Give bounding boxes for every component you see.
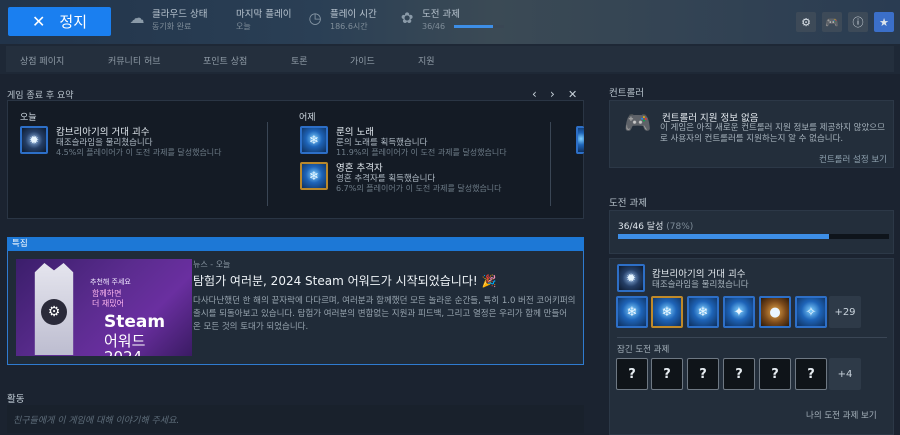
tab-points-shop[interactable]: 포인트 상점 [203, 54, 247, 67]
controller-settings-link[interactable]: 컨트롤러 설정 보기 [819, 153, 887, 165]
latest-achievement-desc: 태조슬라임을 물리쳤습니다 [652, 280, 749, 290]
summary-divider [550, 122, 551, 206]
banner-small-text: 추천해 주세요 [90, 278, 131, 286]
playtime-value: 186.6시간 [330, 22, 368, 31]
prev-arrow-icon[interactable]: ‹ [532, 87, 537, 101]
latest-achievement-icon[interactable]: ✹ [617, 264, 645, 292]
banner-steam-text: Steam [104, 312, 166, 332]
info-icon[interactable]: ⓘ [848, 12, 868, 32]
achievements-mini-progress [453, 25, 504, 28]
cloud-check-icon: ☁ [129, 9, 145, 27]
achievement-icon-partial [576, 126, 584, 154]
trophy-icon: ✿ [400, 9, 414, 27]
next-arrow-icon[interactable]: › [550, 87, 555, 101]
achievements-progress-panel: 36/46 달성 (78%) [609, 210, 894, 254]
last-played-value: 오늘 [236, 22, 251, 31]
topbar-actions: ⚙ 🎮 ⓘ ★ [796, 12, 894, 32]
achievement-pct: 4.5%의 플레이어가 이 도전 과제를 달성했습니다 [56, 148, 222, 157]
featured-label: 특집 [7, 237, 584, 251]
tab-discussions[interactable]: 토론 [291, 54, 308, 67]
locked-achievement-tile[interactable]: ? [687, 358, 719, 390]
post-game-summary [7, 100, 584, 219]
activity-title: 활동 [7, 394, 25, 405]
stop-button-label: 정지 [59, 13, 87, 31]
gamepad-icon: 🎮 [624, 111, 652, 136]
yesterday-label: 어제 [299, 113, 316, 123]
controller-heading: 컨트롤러 지원 정보 없음 [662, 113, 759, 124]
playtime-label: 플레이 시간 [330, 9, 377, 20]
locked-achievement-tile[interactable]: ? [759, 358, 791, 390]
achievements-progress-text: 36/46 달성 (78%) [618, 222, 694, 232]
achievements-separator [617, 337, 887, 338]
news-title[interactable]: 탐험가 여러분, 2024 Steam 어워드가 시작되었습니다! 🎉 [193, 272, 496, 289]
more-unlocked-button[interactable]: +29 [829, 296, 861, 328]
achievement-icon-rune-song[interactable]: ❄ [300, 126, 328, 154]
game-topbar: ✕ 정지 ☁ 클라우드 상태 동기화 완료 마지막 플레이 오늘 ◷ 플레이 시… [0, 0, 900, 44]
game-nav: 상점 페이지 커뮤니티 허브 포인트 상점 토론 가이드 지원 [0, 44, 900, 74]
banner-pink-text: 함께하면 더 재밌어 [92, 289, 124, 308]
gamepad-icon[interactable]: 🎮 [822, 12, 842, 32]
tab-guides[interactable]: 가이드 [350, 54, 375, 67]
unlocked-achievement-tile[interactable]: ❄ [651, 296, 683, 328]
stop-button[interactable]: ✕ 정지 [8, 7, 111, 36]
star-icon[interactable]: ★ [874, 12, 894, 32]
achievements-value: 36/46 [422, 22, 446, 31]
more-locked-button[interactable]: +4 [829, 358, 861, 390]
news-body: 다사다난했던 한 해의 끝자락에 다다르며, 여러분과 함께했던 모든 놀라운 … [193, 296, 576, 332]
view-my-achievements-link[interactable]: 나의 도전 과제 보기 [806, 409, 877, 421]
today-label: 오늘 [20, 113, 37, 123]
achievements-label: 도전 과제 [422, 9, 460, 20]
news-kicker: 뉴스 - 오늘 [193, 260, 231, 269]
unlocked-achievement-tile[interactable]: ❄ [687, 296, 719, 328]
locked-achievements-title: 잠긴 도전 과제 [617, 345, 670, 355]
locked-achievement-tile[interactable]: ? [616, 358, 648, 390]
tab-support[interactable]: 지원 [418, 54, 435, 67]
cloud-status-value: 동기화 완료 [152, 22, 192, 31]
activity-input[interactable]: 친구들에게 이 게임에 대해 이야기해 주세요. [7, 405, 584, 433]
unlocked-achievement-tile[interactable]: ✧ [795, 296, 827, 328]
playtime: ◷ 플레이 시간 186.6시간 [306, 9, 377, 32]
gear-icon[interactable]: ⚙ [796, 12, 816, 32]
cloud-status-label: 클라우드 상태 [152, 9, 208, 20]
last-played-label: 마지막 플레이 [236, 9, 292, 20]
locked-achievement-tile[interactable]: ? [651, 358, 683, 390]
cloud-status[interactable]: ☁ 클라우드 상태 동기화 완료 [128, 9, 208, 32]
last-played: 마지막 플레이 오늘 [236, 9, 291, 32]
summary-divider [267, 122, 268, 206]
achievements-stat[interactable]: ✿ 도전 과제 36/46 [398, 9, 504, 32]
tab-community-hub[interactable]: 커뮤니티 허브 [108, 54, 161, 67]
steam-logo-icon: ⚙ [41, 299, 67, 325]
banner-award-text: 어워드2024 [104, 332, 146, 356]
achievement-pct: 6.7%의 플레이어가 이 도전 과제를 달성했습니다 [336, 184, 502, 193]
achievement-icon-soul-chaser[interactable]: ❄ [300, 162, 328, 190]
steam-awards-banner: ⚙ 추천해 주세요 함께하면 더 재밌어 Steam 어워드2024 [16, 259, 192, 356]
unlocked-achievement-tile[interactable]: ● [759, 296, 791, 328]
controller-panel: 🎮 컨트롤러 지원 정보 없음 이 게임은 아직 새로운 컨트롤러 지원 정보를… [609, 100, 894, 168]
close-icon: ✕ [31, 12, 46, 31]
controller-desc: 이 게임은 아직 새로운 컨트롤러 지원 정보를 제공하지 않았으므로 사용자의… [660, 123, 885, 144]
achievements-progress-bar [618, 234, 889, 239]
unlocked-achievement-tile[interactable]: ✦ [723, 296, 755, 328]
achievement-pct: 11.9%의 플레이어가 이 도전 과제를 달성했습니다 [336, 148, 507, 157]
tab-store-page[interactable]: 상점 페이지 [20, 54, 64, 67]
achievement-icon-cambrian[interactable]: ✹ [20, 126, 48, 154]
locked-achievement-tile[interactable]: ? [795, 358, 827, 390]
clock-icon: ◷ [308, 9, 322, 27]
achievements-section-title: 도전 과제 [609, 198, 647, 209]
locked-achievement-tile[interactable]: ? [723, 358, 755, 390]
unlocked-achievement-tile[interactable]: ❄ [616, 296, 648, 328]
controller-section-title: 컨트롤러 [609, 88, 644, 99]
